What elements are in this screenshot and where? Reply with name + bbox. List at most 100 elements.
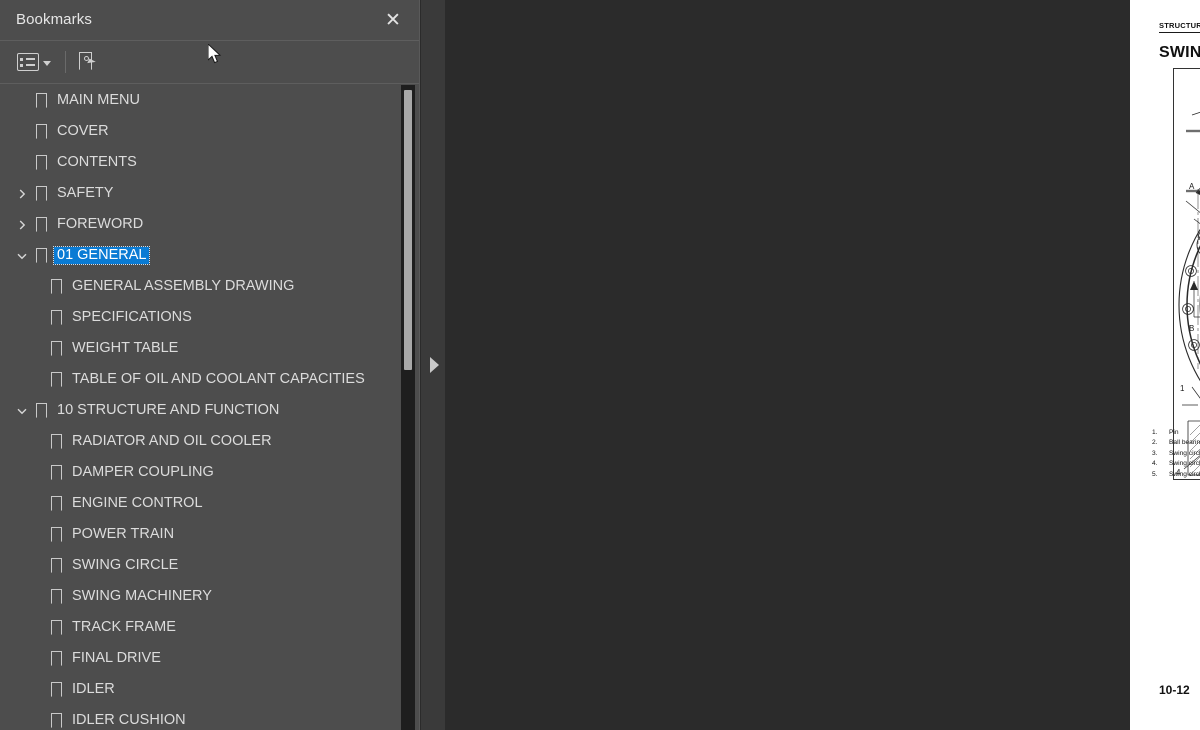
bookmark-item-label: DAMPER COUPLING	[72, 463, 214, 480]
legend-text: Pin	[1169, 429, 1179, 436]
page-running-head: STRUCTURE AND FUNCTION SWING CIRCLE	[1159, 21, 1200, 33]
chevron-right-icon[interactable]	[14, 217, 30, 233]
chevron-right-icon[interactable]	[14, 186, 30, 202]
legend-marker: 5.	[1152, 470, 1158, 478]
running-head-left: STRUCTURE AND FUNCTION	[1159, 21, 1200, 30]
bookmark-item-swing-circle[interactable]: SWING CIRCLE	[0, 550, 420, 581]
bookmark-icon	[51, 341, 62, 356]
bookmark-item-label: TRACK FRAME	[72, 618, 176, 635]
svg-text:B: B	[1189, 324, 1194, 333]
bookmark-icon	[36, 403, 47, 418]
bookmark-item-label: IDLER CUSHION	[72, 711, 186, 728]
bookmark-icon	[36, 186, 47, 201]
bookmark-item-01-general[interactable]: 01 GENERAL	[0, 240, 420, 271]
bookmark-item-table-of-oil-and-coolant-capacities[interactable]: TABLE OF OIL AND COOLANT CAPACITIES	[0, 364, 420, 395]
bookmark-item-power-train[interactable]: POWER TRAIN	[0, 519, 420, 550]
bookmark-icon	[36, 248, 47, 263]
legend-row: 1. Pin	[1152, 428, 1200, 438]
bookmark-item-label: GENERAL ASSEMBLY DRAWING	[72, 277, 295, 294]
chevron-down-icon[interactable]	[14, 248, 30, 264]
bookmark-icon	[51, 310, 62, 325]
document-viewer: STRUCTURE AND FUNCTION SWING CIRCLE SWIN…	[445, 0, 1200, 730]
bookmark-icon	[51, 279, 62, 294]
bookmark-item-radiator-and-oil-cooler[interactable]: RADIATOR AND OIL COOLER	[0, 426, 420, 457]
bookmark-item-label: IDLER	[72, 680, 115, 697]
legend-marker: 1.	[1152, 429, 1158, 436]
chevron-down-icon	[43, 60, 51, 66]
scrollbar-thumb[interactable]	[404, 90, 412, 370]
list-options-icon	[17, 53, 39, 71]
bookmark-icon	[51, 682, 62, 697]
bookmark-icon	[51, 496, 62, 511]
bookmark-item-label: 01 GENERAL	[52, 245, 151, 266]
bookmark-icon	[51, 527, 62, 542]
bookmark-icon	[51, 651, 62, 666]
bookmark-item-general-assembly-drawing[interactable]: GENERAL ASSEMBLY DRAWING	[0, 271, 420, 302]
bookmark-icon	[51, 372, 62, 387]
legend-text: Swing circle bearing grease fitting	[1169, 470, 1200, 478]
bookmark-item-specifications[interactable]: SPECIFICATIONS	[0, 302, 420, 333]
bookmark-item-label: SAFETY	[57, 184, 114, 201]
figure-legend-numbered: 1. Pin 2. Ball bearing 3. Swing circle inner …	[1152, 428, 1200, 480]
svg-text:A: A	[1189, 182, 1195, 191]
toolbar-divider	[65, 51, 66, 73]
bookmark-item-label: SPECIFICATIONS	[72, 308, 192, 325]
bookmark-item-label: RADIATOR AND OIL COOLER	[72, 432, 272, 449]
legend-row: 2. Ball bearing	[1152, 438, 1200, 448]
page-number: 10-12	[1159, 683, 1190, 697]
bookmark-item-cover[interactable]: COVER	[0, 116, 420, 147]
legend-text: Swing circle inner race	[1169, 449, 1200, 457]
bookmark-item-label: ENGINE CONTROL	[72, 494, 203, 511]
legend-text: Swing circle out race	[1169, 460, 1200, 468]
figure-frame: a b A A B B C C 1 2 3 4 5	[1173, 68, 1200, 480]
bookmark-item-contents[interactable]: CONTENTS	[0, 147, 420, 178]
bookmark-item-track-frame[interactable]: TRACK FRAME	[0, 612, 420, 643]
bookmark-icon	[36, 155, 47, 170]
bookmark-icon	[51, 589, 62, 604]
bookmark-item-final-drive[interactable]: FINAL DRIVE	[0, 643, 420, 674]
bookmark-icon	[51, 434, 62, 449]
list-options-button[interactable]	[14, 48, 54, 76]
bookmark-item-damper-coupling[interactable]: DAMPER COUPLING	[0, 457, 420, 488]
bookmark-item-label: MAIN MENU	[57, 91, 140, 108]
bookmark-icon	[51, 620, 62, 635]
pdf-viewer-window: Bookmarks ✕ MAIN MENU COVER CONTENTS SAFETY…	[0, 0, 1200, 730]
bookmark-item-main-menu[interactable]: MAIN MENU	[0, 85, 420, 116]
bookmark-item-label: FOREWORD	[57, 215, 144, 232]
bookmark-item-weight-table[interactable]: WEIGHT TABLE	[0, 333, 420, 364]
page-title: SWING CIRCLE	[1159, 44, 1200, 61]
document-page: STRUCTURE AND FUNCTION SWING CIRCLE SWIN…	[1130, 0, 1200, 730]
swing-circle-technical-drawing: a b A A B B C C 1 2 3 4 5	[1176, 111, 1200, 477]
bookmark-icon	[51, 713, 62, 728]
bookmark-item-foreword[interactable]: FOREWORD	[0, 209, 420, 240]
bookmarks-tree[interactable]: MAIN MENU COVER CONTENTS SAFETY FOREWORD 01 G…	[0, 85, 420, 730]
bookmark-item-label: 10 STRUCTURE AND FUNCTION	[57, 401, 280, 418]
legend-marker: 2.	[1152, 439, 1158, 447]
legend-row: 5. Swing circle bearing grease fitting	[1152, 470, 1200, 480]
bookmark-item-engine-control[interactable]: ENGINE CONTROL	[0, 488, 420, 519]
bookmark-item-label: COVER	[57, 122, 109, 139]
bookmark-item-label: TABLE OF OIL AND COOLANT CAPACITIES	[72, 370, 365, 387]
bookmark-item-idler-cushion[interactable]: IDLER CUSHION	[0, 705, 420, 730]
collapse-panel-arrow-icon[interactable]	[430, 357, 439, 373]
bookmark-item-label: CONTENTS	[57, 153, 137, 170]
panel-title: Bookmarks	[16, 11, 92, 28]
bookmark-item-swing-machinery[interactable]: SWING MACHINERY	[0, 581, 420, 612]
close-icon[interactable]: ✕	[381, 8, 405, 32]
legend-row: 4. Swing circle out race	[1152, 459, 1200, 469]
bookmark-item-label: WEIGHT TABLE	[72, 339, 179, 356]
bookmark-icon	[36, 93, 47, 108]
bookmark-icon	[51, 465, 62, 480]
bookmark-item-safety[interactable]: SAFETY	[0, 178, 420, 209]
legend-text: Ball bearing	[1169, 439, 1200, 447]
bookmarks-scrollbar[interactable]	[401, 85, 415, 730]
new-bookmark-icon[interactable]	[77, 51, 99, 73]
bookmark-item-label: SWING CIRCLE	[72, 556, 179, 573]
bookmark-item-10-structure-and-function[interactable]: 10 STRUCTURE AND FUNCTION	[0, 395, 420, 426]
bookmark-icon	[51, 558, 62, 573]
legend-row: 3. Swing circle inner race	[1152, 449, 1200, 459]
bookmark-item-idler[interactable]: IDLER	[0, 674, 420, 705]
bookmark-icon	[36, 124, 47, 139]
chevron-down-icon[interactable]	[14, 403, 30, 419]
bookmarks-panel-header: Bookmarks ✕	[0, 0, 419, 41]
